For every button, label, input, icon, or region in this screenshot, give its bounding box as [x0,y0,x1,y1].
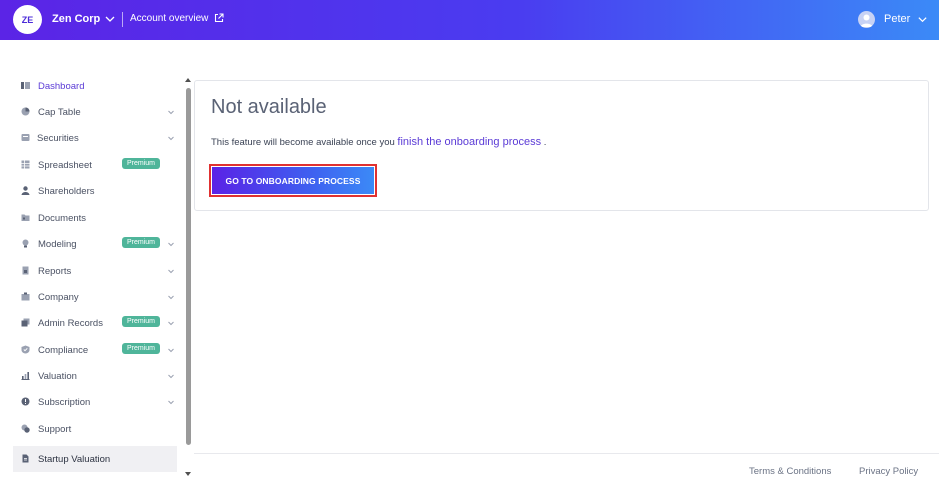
sidebar-item-spreadsheet[interactable]: Spreadsheet Premium [13,153,177,177]
sidebar-item-label: Cap Table [38,107,81,118]
sidebar-item-reports[interactable]: Reports [13,259,177,283]
scroll-up-arrow-icon[interactable] [184,76,192,84]
chevron-down-icon [168,374,174,379]
scrollbar-thumb[interactable] [186,88,191,445]
feature-message: This feature will become available once … [211,136,546,148]
chevron-down-icon [168,321,174,326]
sidebar: Dashboard Cap Table Securities Spreadshe… [0,74,182,484]
feature-message-text: This feature will become available once … [211,137,398,148]
user-icon [21,186,30,195]
user-avatar-icon[interactable] [858,11,875,28]
pie-chart-icon [21,107,30,116]
feature-message-end: . [541,137,547,148]
folder-icon [21,214,30,221]
sidebar-item-label: Startup Valuation [38,454,111,465]
sidebar-item-label: Valuation [38,371,77,382]
valuation-icon [21,372,30,380]
external-link-icon[interactable] [214,13,224,23]
terms-link[interactable]: Terms & Conditions [749,466,831,477]
securities-icon [21,134,30,141]
dashboard-icon [21,82,30,89]
bulb-icon [22,239,29,248]
document-icon [22,454,29,463]
sidebar-item-label: Company [38,292,79,303]
records-icon [21,318,30,327]
sidebar-item-label: Support [38,424,72,435]
sidebar-item-company[interactable]: Company [13,285,177,309]
sidebar-item-label: Modeling [38,239,77,250]
sidebar-item-label: Dashboard [38,81,85,92]
chevron-down-icon [168,136,174,141]
chevron-down-icon [168,110,174,115]
sidebar-item-label: Reports [38,266,72,277]
sidebar-item-subscription[interactable]: Subscription [13,390,177,414]
go-to-onboarding-button[interactable]: GO TO ONBOARDING PROCESS [212,167,374,194]
chevron-down-icon [168,242,174,247]
footer-divider [194,453,939,454]
onboarding-link[interactable]: finish the onboarding process [397,136,541,148]
premium-badge: Premium [122,343,161,354]
premium-badge: Premium [122,237,161,248]
sidebar-item-label: Compliance [38,345,89,356]
sidebar-item-documents[interactable]: Documents [13,206,177,230]
premium-badge: Premium [122,316,161,327]
sidebar-item-modeling[interactable]: Modeling Premium [13,232,177,256]
chevron-down-icon[interactable] [104,13,116,25]
company-name[interactable]: Zen Corp [52,13,100,25]
sidebar-item-securities[interactable]: Securities [13,126,177,150]
scroll-down-arrow-icon[interactable] [184,470,192,478]
header-divider [122,12,123,27]
company-avatar[interactable]: ZE [13,5,42,34]
chevron-down-icon [168,400,174,405]
sidebar-item-cap-table[interactable]: Cap Table [13,100,177,124]
sidebar-item-label: Shareholders [38,186,95,197]
sidebar-item-dashboard[interactable]: Dashboard [13,74,177,98]
page-title: Not available [211,96,327,118]
sidebar-item-label: Spreadsheet [38,160,92,171]
privacy-link[interactable]: Privacy Policy [859,466,918,477]
report-icon [22,266,29,275]
company-icon [21,292,30,301]
sidebar-item-admin-records[interactable]: Admin Records Premium [13,311,177,335]
user-name[interactable]: Peter [884,13,910,25]
sidebar-item-label: Admin Records [38,318,103,329]
sidebar-item-label: Subscription [38,397,91,408]
sidebar-item-shareholders[interactable]: Shareholders [13,179,177,203]
premium-badge: Premium [122,158,161,169]
sidebar-item-label: Documents [38,213,87,224]
not-available-card: Not available This feature will become a… [194,80,929,211]
top-bar: ZE Zen Corp Account overview Peter [0,0,939,40]
account-overview-link[interactable]: Account overview [130,13,208,24]
sidebar-item-startup-valuation[interactable]: Startup Valuation [13,446,177,472]
sidebar-item-compliance[interactable]: Compliance Premium [13,338,177,362]
support-icon [21,424,30,433]
sidebar-item-support[interactable]: Support [13,417,177,441]
sidebar-item-valuation[interactable]: Valuation [13,364,177,388]
shield-icon [21,345,30,354]
chevron-down-icon [168,269,174,274]
chevron-down-icon[interactable] [917,14,928,25]
subscription-icon [21,397,30,406]
sidebar-item-label: Securities [37,133,79,144]
chevron-down-icon [168,348,174,353]
spreadsheet-icon [21,160,30,169]
chevron-down-icon [168,295,174,300]
